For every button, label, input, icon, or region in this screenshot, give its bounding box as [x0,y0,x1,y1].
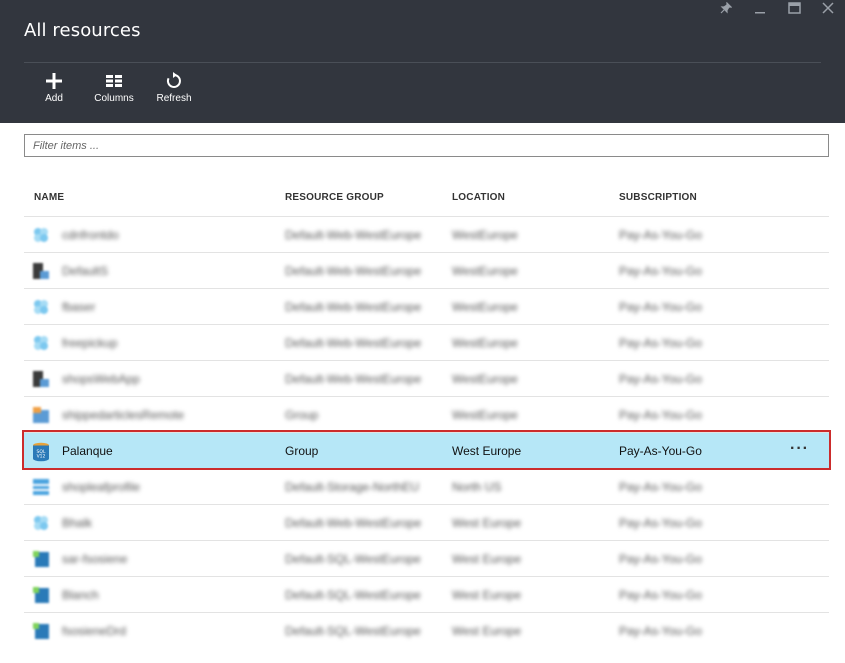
resource-name-cell: sar-fsosiene [62,552,128,566]
add-label: Add [45,93,63,104]
more-options-icon[interactable]: ··· [790,440,809,458]
columns-button[interactable]: Columns [84,70,144,110]
refresh-label: Refresh [156,93,192,104]
location-cell: West Europe [452,552,522,566]
subscription-cell: Pay-As-You-Go [619,228,702,242]
command-bar: Add Columns Refresh [24,70,204,110]
close-icon[interactable] [811,0,845,16]
subscription-cell: Pay-As-You-Go [619,624,702,638]
resource-group-cell: Default-Web-WestEurope [285,336,422,350]
subscription-cell: Pay-As-You-Go [619,372,702,386]
sql-server-icon [32,586,50,604]
cloud-service-icon [32,514,50,532]
refresh-icon [165,70,183,92]
location-cell: West Europe [452,516,522,530]
table-row[interactable]: fbaser Default-Web-WestEurope WestEurope Pa… [24,288,829,324]
resource-group-cell: Default-Web-WestEurope [285,264,422,278]
subscription-cell: Pay-As-You-Go [619,444,702,458]
column-header-name[interactable]: NAME [34,192,64,203]
resource-group-cell: Default-SQL-WestEurope [285,588,421,602]
location-cell: North US [452,480,502,494]
subscription-cell: Pay-As-You-Go [619,552,702,566]
refresh-button[interactable]: Refresh [144,70,204,110]
resource-name-cell: shopleafprofile [62,480,141,494]
page-title: All resources [24,20,141,41]
table-row[interactable]: shopleafprofile Default-Storage-NorthEU No… [24,468,829,504]
location-cell: WestEurope [452,408,518,422]
columns-icon [105,70,123,92]
resource-name-cell: shopsWebApp [62,372,140,386]
location-cell: WestEurope [452,228,518,242]
subscription-cell: Pay-As-You-Go [619,300,702,314]
svg-text:V12: V12 [37,454,46,460]
column-header-location[interactable]: LOCATION [452,192,505,203]
sql-database-icon: SQL V12 [32,442,50,462]
subscription-cell: Pay-As-You-Go [619,336,702,350]
resource-name-cell: cdnfrontdo [62,228,119,242]
storage-account-icon [32,478,50,496]
table-row[interactable]: cdnfrontdo Default-Web-WestEurope WestEuro… [24,216,829,252]
table-row[interactable]: DefaultS Default-Web-WestEurope WestEurope… [24,252,829,288]
subscription-cell: Pay-As-You-Go [619,588,702,602]
subscription-cell: Pay-As-You-Go [619,408,702,422]
location-cell: WestEurope [452,336,518,350]
column-header-subscription[interactable]: SUBSCRIPTION [619,192,697,203]
resource-group-cell: Default-Web-WestEurope [285,228,422,242]
maximize-icon[interactable] [777,0,811,16]
table-row[interactable]: shopsWebApp Default-Web-WestEurope WestEur… [24,360,829,396]
table-header: NAME RESOURCE GROUP LOCATION SUBSCRIPTIO… [24,188,829,208]
resource-name-cell: DefaultS [62,264,109,278]
app-service-plan-icon [32,370,50,388]
filter-input[interactable] [24,134,829,157]
cloud-service-icon [32,226,50,244]
pin-icon[interactable] [709,0,743,16]
cloud-service-icon [32,334,50,352]
app-service-plan-icon [32,262,50,280]
resource-name-cell: Palanque [62,444,113,458]
resource-group-cell: Group [285,444,319,458]
table-row[interactable]: Bhalk Default-Web-WestEurope West Europe Pa… [24,504,829,540]
add-button[interactable]: Add [24,70,84,110]
resource-name-cell: Bhalk [62,516,93,530]
subscription-cell: Pay-As-You-Go [619,264,702,278]
resource-group-cell: Default-Web-WestEurope [285,516,422,530]
table-row[interactable]: Blanch Default-SQL-WestEurope West Europe P… [24,576,829,612]
resource-list: cdnfrontdo Default-Web-WestEurope WestEuro… [22,216,831,648]
subscription-cell: Pay-As-You-Go [619,480,702,494]
sql-server-icon [32,550,50,568]
sql-server-icon [32,622,50,640]
subscription-cell: Pay-As-You-Go [619,516,702,530]
table-row[interactable]: sar-fsosiene Default-SQL-WestEurope West E… [24,540,829,576]
location-cell: West Europe [452,444,522,458]
resource-name-cell: fbaser [62,300,96,314]
minimize-icon[interactable] [743,0,777,16]
location-cell: WestEurope [452,300,518,314]
table-row[interactable]: shippedarticlesRemote Group WestEurope Pay-… [24,396,829,432]
resource-group-cell: Default-Web-WestEurope [285,300,422,314]
table-row[interactable]: fsosieneDrd Default-SQL-WestEurope West Eu… [24,612,829,648]
location-cell: West Europe [452,588,522,602]
cloud-service-icon [32,298,50,316]
columns-label: Columns [94,93,134,104]
resource-group-cell: Default-SQL-WestEurope [285,552,421,566]
blade-header: All resources Add Columns Refresh [0,0,845,123]
window-controls [709,0,845,16]
resource-name-cell: shippedarticlesRemote [62,408,185,422]
resource-group-cell: Default-Storage-NorthEU [285,480,420,494]
resource-name-cell: Blanch [62,588,99,602]
header-divider [24,62,821,63]
resource-group-cell: Group [285,408,319,422]
table-row[interactable]: SQL V12 Palanque Group West Europe Pay-As-You… [22,430,831,470]
resource-group-cell: Default-SQL-WestEurope [285,624,421,638]
location-cell: West Europe [452,624,522,638]
location-cell: WestEurope [452,372,518,386]
location-cell: WestEurope [452,264,518,278]
resource-group-cell: Default-Web-WestEurope [285,372,422,386]
table-row[interactable]: freepickup Default-Web-WestEurope WestEuro… [24,324,829,360]
column-header-resource-group[interactable]: RESOURCE GROUP [285,192,384,203]
plus-icon [45,70,63,92]
resource-name-cell: freepickup [62,336,118,350]
web-app-icon [32,406,50,424]
resource-name-cell: fsosieneDrd [62,624,127,638]
